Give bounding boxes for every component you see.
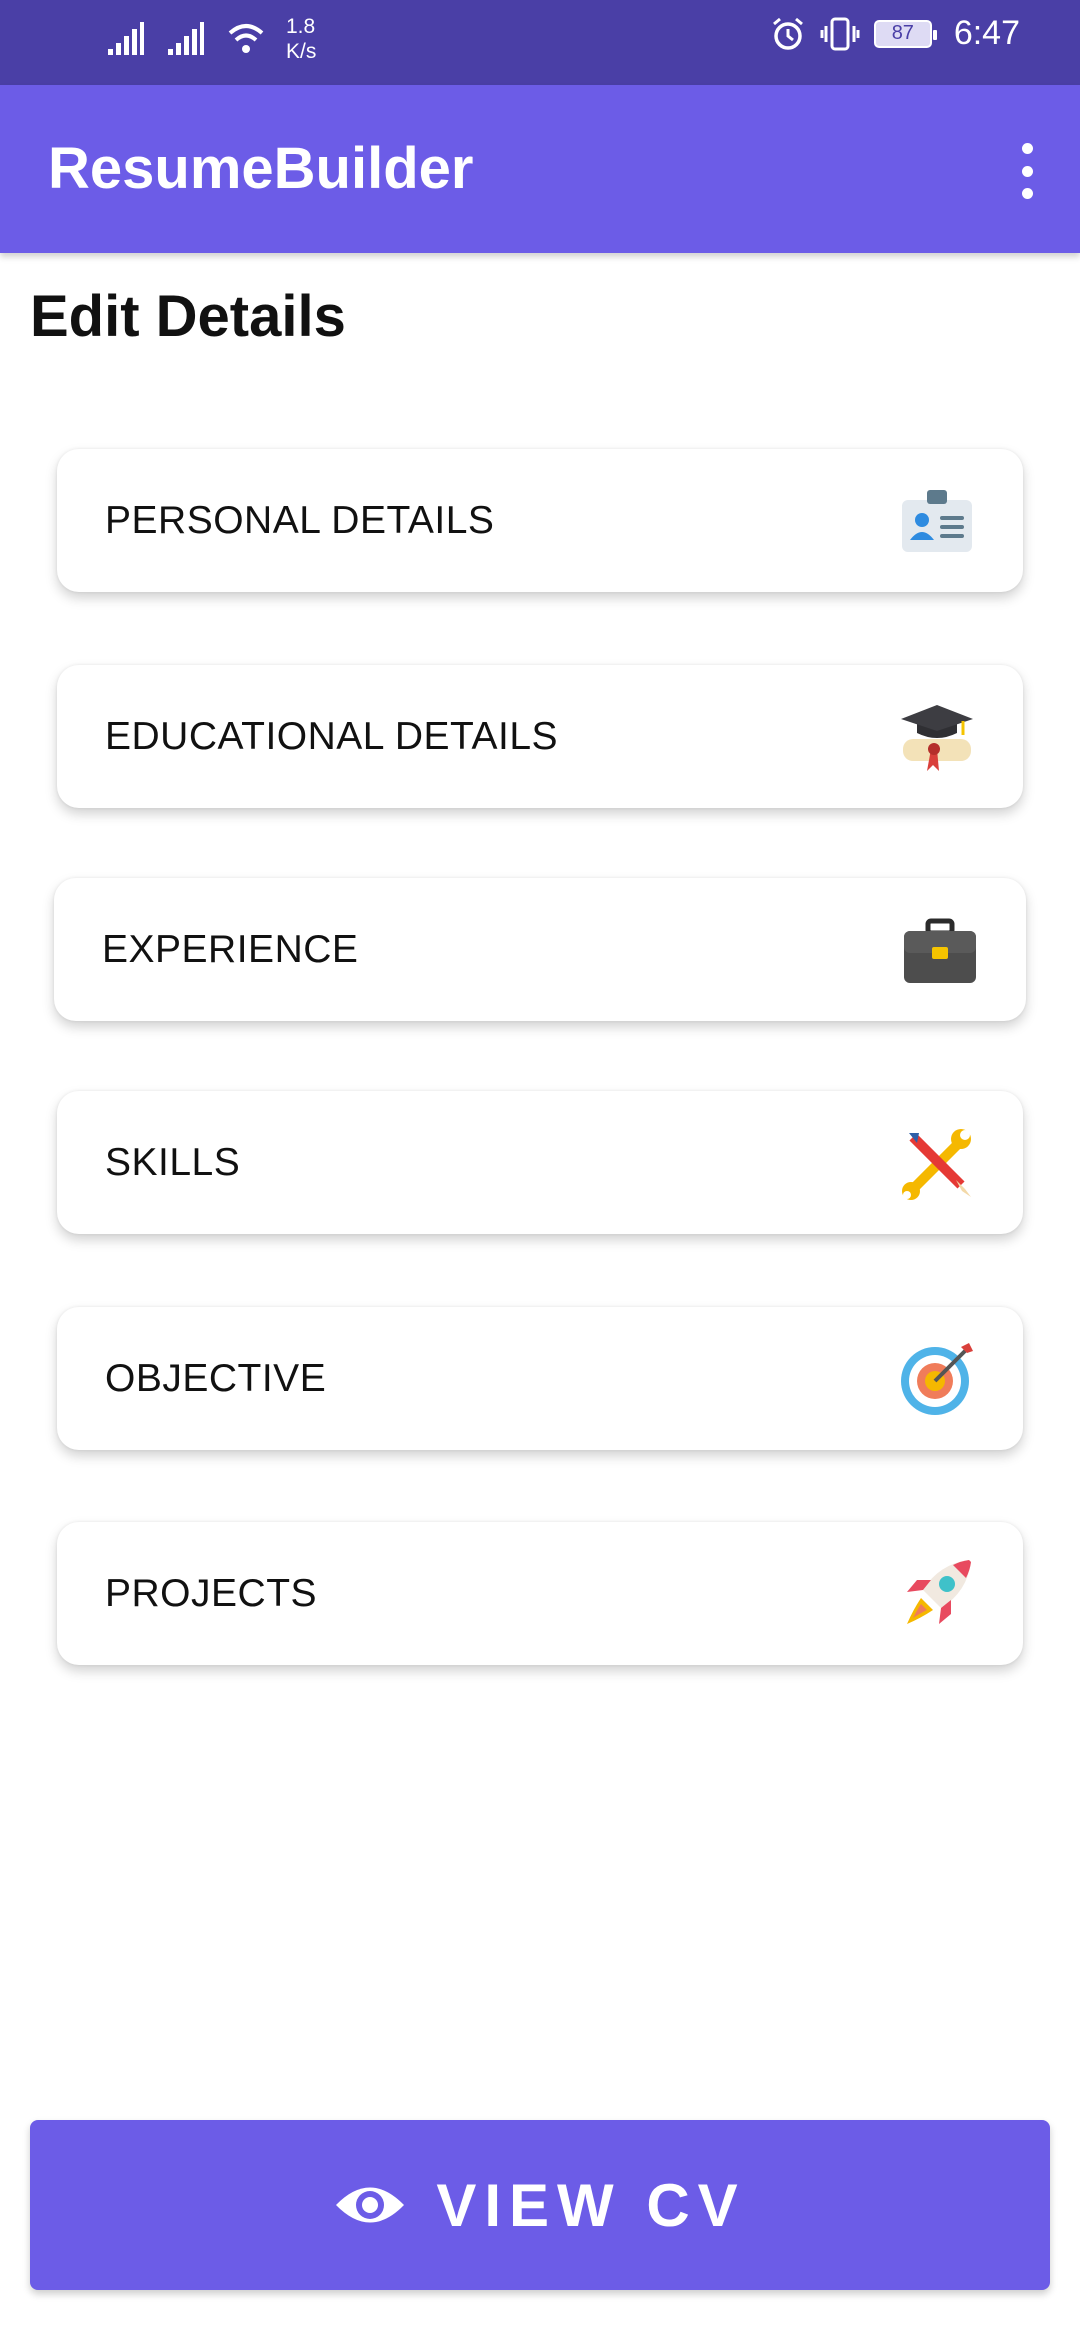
status-bar: 1.8 K/s 87 6:47 xyxy=(0,0,1080,85)
page-title: Edit Details xyxy=(30,284,346,349)
educational-details-label: EDUCATIONAL DETAILS xyxy=(105,714,559,758)
id-card-icon xyxy=(899,483,975,559)
network-speed-unit: K/s xyxy=(286,40,317,63)
view-cv-button[interactable]: VIEW CV xyxy=(30,2120,1050,2290)
briefcase-icon xyxy=(902,912,978,988)
app-title: ResumeBuilder xyxy=(48,136,474,201)
network-speed: 1.8 K/s xyxy=(286,14,316,64)
skills-card[interactable]: SKILLS xyxy=(57,1091,1023,1234)
target-icon xyxy=(899,1341,975,1417)
projects-label: PROJECTS xyxy=(105,1571,318,1615)
alarm-icon xyxy=(772,17,803,50)
personal-details-card[interactable]: PERSONAL DETAILS xyxy=(57,449,1023,592)
app-bar: ResumeBuilder xyxy=(0,85,1080,253)
signal-icon xyxy=(108,22,144,55)
wifi-icon xyxy=(228,24,264,53)
objective-label: OBJECTIVE xyxy=(105,1356,327,1400)
overflow-menu-icon[interactable] xyxy=(1012,143,1042,199)
clock: 6:47 xyxy=(953,14,1020,52)
rocket-icon xyxy=(899,1556,975,1632)
projects-card[interactable]: PROJECTS xyxy=(57,1522,1023,1665)
tools-icon xyxy=(899,1125,975,1201)
experience-card[interactable]: EXPERIENCE xyxy=(54,878,1026,1021)
signal-icon-2 xyxy=(168,22,204,55)
objective-card[interactable]: OBJECTIVE xyxy=(57,1307,1023,1450)
educational-details-card[interactable]: EDUCATIONAL DETAILS xyxy=(57,665,1023,808)
graduation-cap-icon xyxy=(899,699,975,775)
vibrate-icon xyxy=(820,17,860,50)
experience-label: EXPERIENCE xyxy=(102,927,359,971)
personal-details-label: PERSONAL DETAILS xyxy=(105,498,495,542)
skills-label: SKILLS xyxy=(105,1140,241,1184)
battery-indicator: 87 xyxy=(873,19,937,48)
view-cv-label: VIEW CV xyxy=(436,2171,746,2239)
network-speed-value: 1.8 xyxy=(286,15,316,38)
eye-icon xyxy=(336,2187,405,2223)
